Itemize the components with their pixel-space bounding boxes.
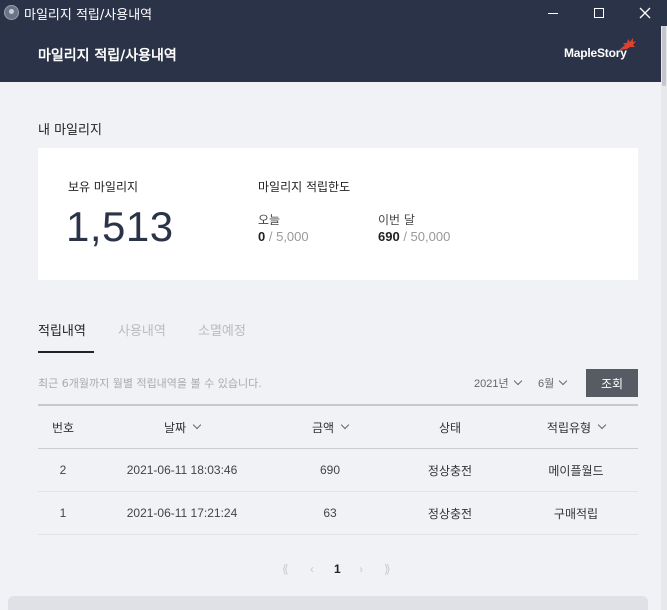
active-tab-underline (38, 351, 94, 353)
month-select-value: 6월 (538, 378, 555, 390)
maximize-button[interactable] (576, 0, 622, 26)
app-icon (4, 5, 19, 20)
year-select[interactable]: 2021년 (474, 375, 522, 391)
scrollbar[interactable] (661, 26, 667, 610)
balance-label: 보유 마일리지 (68, 180, 139, 194)
row-amount: 690 (319, 463, 341, 477)
first-page-button[interactable]: ⟪ (282, 562, 289, 576)
header-no: 번호 (51, 420, 75, 435)
row-date: 2021-06-11 17:21:24 (126, 506, 238, 520)
table-row: 1 2021-06-11 17:21:24 63 정상충전 구매적립 (38, 492, 638, 535)
history-table: 번호 날짜 금액 상태 적립유형 2 2021-06-11 18:03:46 6… (38, 404, 638, 535)
header-date-label: 날짜 (163, 420, 187, 435)
chevron-down-icon (597, 420, 607, 430)
header-type-label: 적립유형 (546, 420, 592, 435)
close-icon (639, 7, 651, 19)
row-status: 정상충전 (427, 506, 473, 521)
header-amount-sort[interactable]: 금액 (270, 406, 390, 448)
header-status: 상태 (438, 420, 462, 435)
month-select[interactable]: 6월 (538, 375, 568, 391)
chevron-down-icon (559, 376, 568, 386)
row-type: 구매적립 (553, 506, 599, 521)
bottom-panel (8, 596, 648, 610)
header-date-sort[interactable]: 날짜 (102, 406, 262, 448)
row-type: 메이플월드 (548, 463, 604, 478)
tab-expiring[interactable]: 소멸예정 (198, 320, 246, 339)
today-value: 0 / 5,000 (258, 229, 309, 244)
search-button[interactable]: 조회 (586, 369, 638, 397)
month-used: 690 (378, 229, 400, 244)
maximize-icon (594, 8, 604, 18)
today-used: 0 (258, 229, 266, 244)
row-no: 2 (59, 463, 67, 477)
chevron-down-icon (513, 376, 522, 386)
month-value: 690 / 50,000 (378, 229, 450, 244)
next-page-button[interactable]: › (359, 562, 363, 576)
table-header: 번호 날짜 금액 상태 적립유형 (38, 404, 638, 449)
today-limit: / 5,000 (268, 229, 309, 244)
prev-page-button[interactable]: ‹ (310, 562, 314, 576)
tab-earn-history[interactable]: 적립내역 (38, 320, 86, 339)
window-title: 마일리지 적립/사용내역 (24, 8, 153, 23)
month-limit: / 50,000 (403, 229, 451, 244)
window-titlebar: 마일리지 적립/사용내역 (0, 0, 667, 26)
page-title: 마일리지 적립/사용내역 (38, 48, 177, 64)
tab-use-history[interactable]: 사용내역 (118, 320, 166, 339)
scrollbar-thumb[interactable] (662, 26, 666, 86)
page-1-button[interactable]: 1 (334, 562, 341, 576)
header-amount-label: 금액 (311, 420, 335, 435)
row-amount: 63 (323, 506, 337, 520)
row-no: 1 (59, 506, 67, 520)
row-date: 2021-06-11 18:03:46 (126, 463, 238, 477)
minimize-button[interactable] (530, 0, 576, 26)
balance-value: 1,513 (66, 203, 174, 250)
mileage-card: 보유 마일리지 1,513 마일리지 적립한도 오늘 0 / 5,000 이번 … (38, 148, 638, 280)
limit-label: 마일리지 적립한도 (258, 180, 351, 194)
row-status: 정상충전 (427, 463, 473, 478)
today-label: 오늘 (258, 213, 281, 227)
chevron-down-icon (192, 420, 202, 430)
month-label: 이번 달 (378, 213, 415, 227)
header-type-sort[interactable]: 적립유형 (516, 406, 636, 448)
period-notice: 최근 6개월까지 월별 적립내역을 볼 수 있습니다. (38, 377, 262, 390)
chevron-down-icon (340, 420, 350, 430)
my-mileage-title: 내 마일리지 (38, 123, 102, 138)
maple-leaf-icon (619, 38, 636, 50)
minimize-icon (548, 12, 558, 14)
table-row: 2 2021-06-11 18:03:46 690 정상충전 메이플월드 (38, 449, 638, 492)
year-select-value: 2021년 (474, 378, 509, 390)
page-header: 마일리지 적립/사용내역 MapleStory (0, 26, 661, 82)
last-page-button[interactable]: ⟫ (384, 562, 391, 576)
close-button[interactable] (622, 0, 667, 26)
